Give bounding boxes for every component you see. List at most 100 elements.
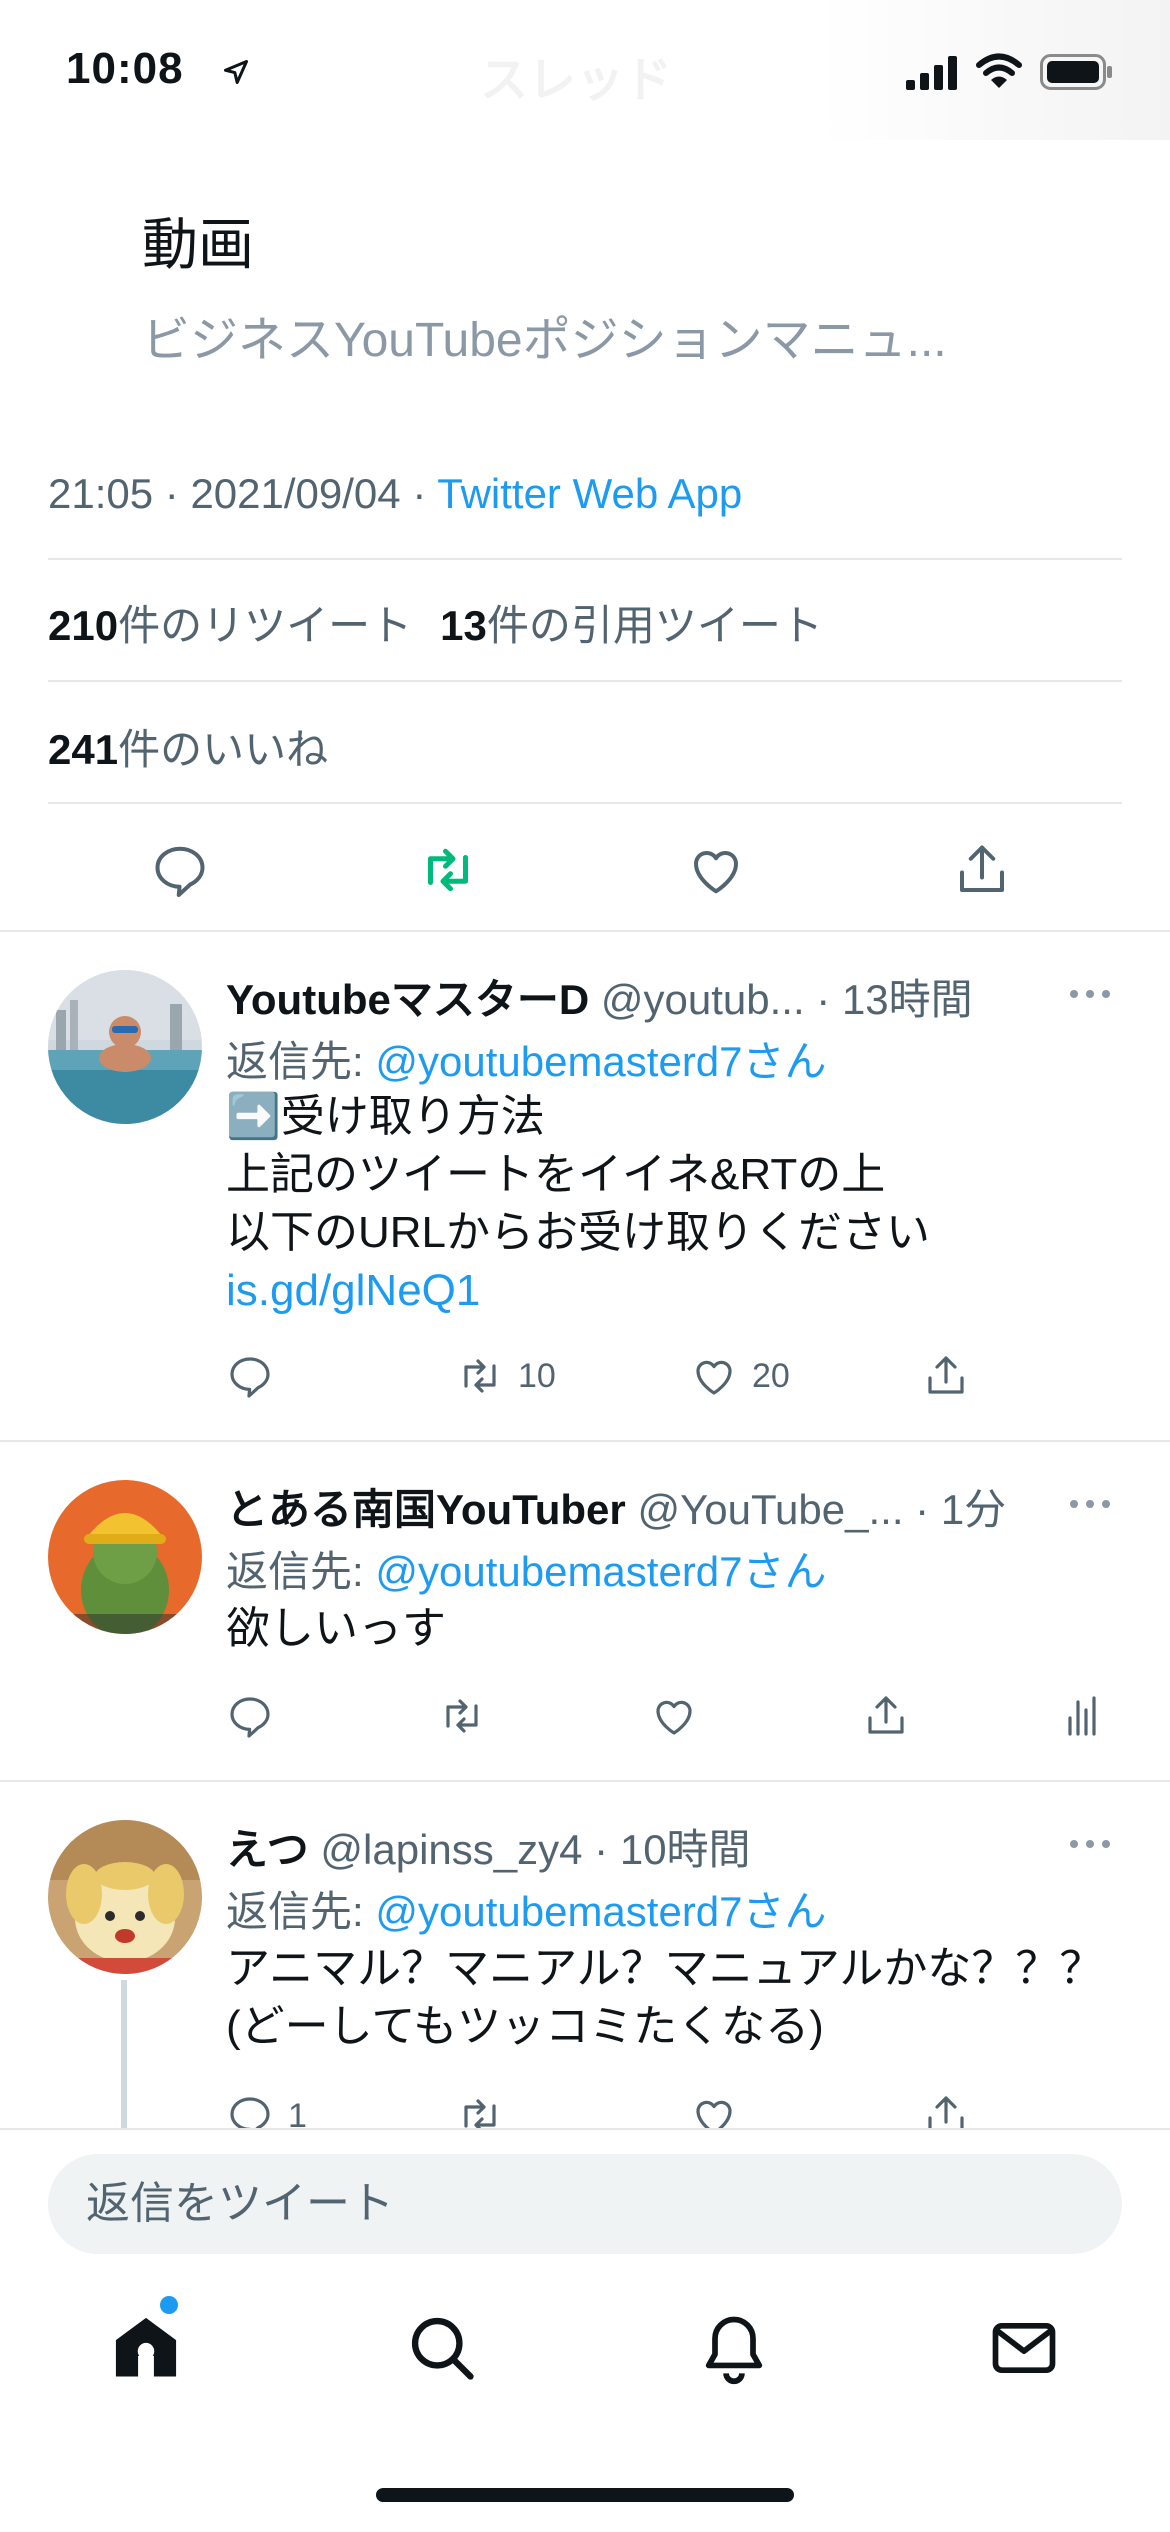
- share-icon: [928, 1356, 964, 1394]
- reply-body: 欲しいっす: [226, 1600, 446, 1658]
- reply-icon: [230, 1697, 270, 1738]
- notifications-icon[interactable]: [696, 2310, 772, 2386]
- reply-to-prefix: 返信先:: [226, 1038, 376, 1085]
- quotes-count: 13: [440, 602, 487, 649]
- reply-input[interactable]: 返信をツイート: [48, 2154, 1122, 2254]
- quoted-card-subtitle[interactable]: ビジネスYouTubeポジションマニュ...: [142, 300, 1022, 370]
- display-name[interactable]: えつ: [226, 1826, 309, 1873]
- body-line: 上記のツイートをイイネ&RTの上: [226, 1150, 886, 1199]
- share-icon: [868, 1696, 904, 1734]
- user-handle[interactable]: @YouTube_...: [637, 1486, 903, 1533]
- user-handle[interactable]: @lapinss_zy4: [320, 1826, 582, 1873]
- divider: [48, 802, 1122, 804]
- reply-to: 返信先: @youtubemasterd7さん: [226, 1538, 827, 1599]
- retweets-label: 件のリツイート: [118, 602, 413, 649]
- reply-to-link[interactable]: @youtubemasterd7さん: [375, 1548, 826, 1595]
- stats-retweets-row: 210件のリツイート 13件の引用ツイート: [48, 592, 823, 653]
- divider: [48, 558, 1122, 560]
- like-button[interactable]: [650, 1686, 698, 1746]
- home-notification-dot: [160, 2296, 178, 2314]
- like-button[interactable]: 20: [690, 1346, 790, 1406]
- reply-time: · 1分: [903, 1486, 1007, 1533]
- likes-count: 241: [48, 726, 119, 773]
- retweets-stat[interactable]: 210件のリツイート: [48, 602, 412, 649]
- tweet-meta: 21:05 · 2021/09/04 · Twitter Web App: [48, 470, 742, 518]
- share-icon[interactable]: [952, 840, 1012, 900]
- body-line: 以下のURLからお受け取りください: [226, 1208, 931, 1257]
- body-link[interactable]: is.gd/glNeQ1: [226, 1262, 930, 1320]
- reply-header: えつ @lapinss_zy4 · 10時間: [226, 1816, 1066, 1877]
- quotes-stat[interactable]: 13件の引用ツイート: [440, 602, 823, 649]
- retweet-button[interactable]: 10: [456, 1346, 556, 1406]
- reply-header: とある南国YouTuber @YouTube_... · 1分: [226, 1476, 1066, 1537]
- retweet-icon: [464, 1359, 496, 1393]
- likes-label: 件のいいね: [118, 726, 329, 773]
- reply-body: ➡️受け取り方法 上記のツイートをイイネ&RTの上 以下のURLからお受け取りく…: [226, 1088, 930, 1320]
- divider: [48, 680, 1122, 682]
- reply-button[interactable]: [226, 1686, 274, 1746]
- body-line: (どーしてもツッコミたくなる): [226, 2002, 824, 2051]
- reply-composer-bar: 返信をツイート: [0, 2128, 1170, 2258]
- battery-icon: [1040, 54, 1112, 90]
- more-icon[interactable]: [1066, 1836, 1114, 1852]
- analytics-icon: [1068, 1696, 1096, 1736]
- display-name[interactable]: とある南国YouTuber: [226, 1486, 626, 1533]
- share-button[interactable]: [922, 1346, 970, 1406]
- retweet-icon[interactable]: [418, 840, 478, 900]
- reply-header: YoutubeマスターD @youtub... · 13時間: [226, 966, 1066, 1027]
- reply-time: · 13時間: [804, 976, 973, 1023]
- user-handle[interactable]: @youtub...: [601, 976, 805, 1023]
- reply-button[interactable]: [226, 1346, 274, 1406]
- header-title: スレッド: [480, 54, 673, 107]
- reply-time: · 10時間: [582, 1826, 751, 1873]
- status-bar: スレッド 10:08: [0, 0, 1170, 140]
- reply-icon[interactable]: [150, 840, 210, 900]
- reply-body: アニマル？マニアル？マニュアルかな？？？ (どーしてもツッコミたくなる): [226, 1940, 1103, 2056]
- reply-to-link[interactable]: @youtubemasterd7さん: [375, 1888, 826, 1935]
- thread-line: [121, 1980, 127, 2130]
- like-count: 20: [752, 1356, 790, 1395]
- more-icon[interactable]: [1066, 1496, 1114, 1512]
- like-icon: [656, 1700, 692, 1735]
- display-name[interactable]: YoutubeマスターD: [226, 976, 589, 1023]
- reply-action-bar: 10 20: [226, 1346, 1126, 1406]
- tweet-date: 2021/09/04: [190, 470, 401, 517]
- tweet-source-app[interactable]: Twitter Web App: [437, 470, 742, 517]
- body-line: 欲しいっす: [226, 1604, 446, 1653]
- more-icon[interactable]: [1066, 986, 1114, 1002]
- home-indicator: [376, 2488, 794, 2502]
- reply-tweet[interactable]: えつ @lapinss_zy4 · 10時間 返信先: @youtubemast…: [0, 1780, 1170, 2138]
- tweet-action-bar: [0, 820, 1170, 920]
- likes-stat[interactable]: 241件のいいね: [48, 716, 328, 777]
- meta-separator: ·: [400, 470, 438, 517]
- retweet-button[interactable]: [438, 1686, 486, 1746]
- share-button[interactable]: [862, 1686, 910, 1746]
- retweets-count: 210: [48, 602, 119, 649]
- quoted-card-title[interactable]: 動画: [142, 200, 254, 281]
- body-line: ➡️受け取り方法: [226, 1092, 545, 1141]
- quotes-label: 件の引用ツイート: [486, 602, 823, 649]
- retweet-icon: [446, 1699, 478, 1733]
- reply-to-prefix: 返信先:: [226, 1548, 376, 1595]
- retweet-count: 10: [518, 1356, 556, 1395]
- status-time: 10:08: [66, 44, 184, 93]
- reply-to: 返信先: @youtubemasterd7さん: [226, 1878, 827, 1939]
- avatar[interactable]: [48, 1480, 202, 1634]
- signal-icon: [906, 56, 957, 90]
- reply-to-prefix: 返信先:: [226, 1888, 376, 1935]
- avatar[interactable]: [48, 970, 202, 1124]
- reply-tweet[interactable]: YoutubeマスターD @youtub... · 13時間 返信先: @you…: [0, 930, 1170, 1440]
- analytics-button[interactable]: [1058, 1686, 1106, 1746]
- reply-to: 返信先: @youtubemasterd7さん: [226, 1028, 827, 1089]
- location-arrow-icon: [223, 59, 249, 85]
- reply-tweet[interactable]: とある南国YouTuber @YouTube_... · 1分 返信先: @yo…: [0, 1440, 1170, 1780]
- avatar[interactable]: [48, 1820, 202, 1974]
- search-icon[interactable]: [404, 2310, 480, 2386]
- body-line: アニマル？マニアル？マニュアルかな？？？: [226, 1944, 1104, 1993]
- reply-to-link[interactable]: @youtubemasterd7さん: [375, 1038, 826, 1085]
- reply-icon: [230, 1357, 270, 1398]
- messages-icon[interactable]: [986, 2310, 1062, 2386]
- like-icon[interactable]: [686, 840, 746, 900]
- tweet-time: 21:05: [48, 470, 154, 517]
- home-icon[interactable]: [108, 2310, 184, 2386]
